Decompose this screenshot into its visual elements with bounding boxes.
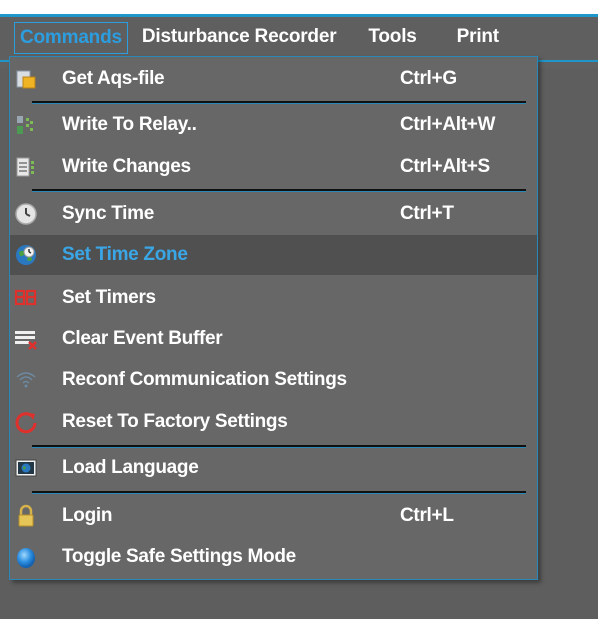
write-changes-icon — [14, 155, 38, 179]
menu-item-sync-time[interactable]: Sync Time Ctrl+T — [10, 194, 537, 234]
clock-icon — [14, 202, 38, 226]
menu-separator — [32, 101, 526, 104]
menu-item-label: Toggle Safe Settings Mode — [62, 546, 296, 567]
menu-item-label: Set Time Zone — [62, 244, 188, 265]
menu-item-set-time-zone[interactable]: Set Time Zone — [10, 235, 537, 275]
menu-item-shortcut: Ctrl+L — [400, 505, 454, 526]
menu-separator — [32, 491, 526, 494]
menu-item-clear-event-buffer[interactable]: Clear Event Buffer — [10, 319, 537, 359]
lock-icon — [14, 504, 38, 528]
menu-item-shortcut: Ctrl+G — [400, 68, 457, 89]
write-relay-icon — [14, 113, 38, 137]
file-icon — [14, 67, 38, 91]
menu-item-shortcut: Ctrl+T — [400, 203, 454, 224]
menu-separator — [32, 189, 526, 192]
wifi-icon — [14, 368, 38, 392]
reset-icon — [14, 410, 38, 434]
menu-item-reset-to-factory-settings[interactable]: Reset To Factory Settings — [10, 402, 537, 442]
timer-digits-icon — [14, 286, 38, 310]
menu-print[interactable]: Print — [451, 22, 505, 54]
menu-item-shortcut: Ctrl+Alt+W — [400, 114, 496, 135]
menu-item-write-to-relay[interactable]: Write To Relay.. Ctrl+Alt+W — [10, 105, 537, 145]
menu-item-label: Set Timers — [62, 287, 156, 308]
commands-dropdown: Get Aqs-file Ctrl+G Write To Relay.. Ctr… — [9, 56, 538, 580]
menu-item-set-timers[interactable]: Set Timers — [10, 278, 537, 318]
menu-item-label: Write To Relay.. — [62, 114, 197, 135]
menu-disturbance-recorder[interactable]: Disturbance Recorder — [136, 22, 343, 54]
menu-item-label: Login — [62, 505, 113, 526]
menu-item-shortcut: Ctrl+Alt+S — [400, 156, 490, 177]
menu-bar-items: Commands Disturbance Recorder Tools Prin… — [0, 17, 598, 59]
blue-orb-icon — [14, 545, 38, 569]
menu-item-toggle-safe-settings-mode[interactable]: Toggle Safe Settings Mode — [10, 537, 537, 577]
menu-item-write-changes[interactable]: Write Changes Ctrl+Alt+S — [10, 147, 537, 187]
menu-item-label: Write Changes — [62, 156, 191, 177]
language-icon — [14, 456, 38, 480]
menu-item-reconf-communication-settings[interactable]: Reconf Communication Settings — [10, 360, 537, 400]
menu-item-load-language[interactable]: Load Language — [10, 448, 537, 488]
menu-item-label: Reconf Communication Settings — [62, 369, 347, 390]
menu-item-label: Reset To Factory Settings — [62, 411, 288, 432]
menu-item-label: Load Language — [62, 457, 199, 478]
menu-tools[interactable]: Tools — [362, 22, 422, 54]
menu-item-label: Clear Event Buffer — [62, 328, 223, 349]
globe-clock-icon — [14, 243, 38, 267]
menu-item-label: Sync Time — [62, 203, 154, 224]
clear-buffer-icon — [14, 327, 38, 351]
menu-item-get-aqs-file[interactable]: Get Aqs-file Ctrl+G — [10, 59, 537, 99]
menu-item-login[interactable]: Login Ctrl+L — [10, 496, 537, 536]
menu-item-label: Get Aqs-file — [62, 68, 165, 89]
menu-commands[interactable]: Commands — [14, 22, 128, 54]
